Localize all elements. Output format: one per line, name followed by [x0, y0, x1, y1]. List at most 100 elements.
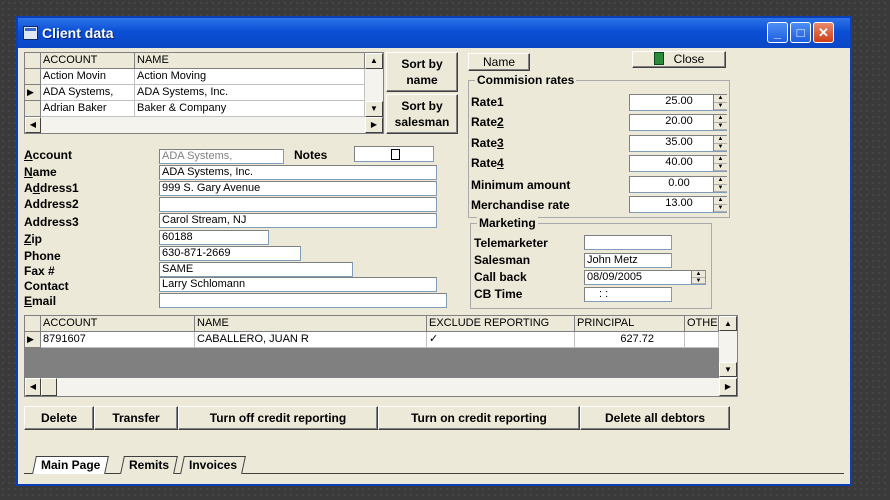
minimum-amount-label: Minimum amount	[471, 178, 571, 192]
tab-invoices[interactable]: Invoices	[180, 456, 246, 474]
table-cell-account[interactable]: 8791607	[41, 332, 195, 348]
salesman-label: Salesman	[474, 253, 531, 267]
address3-label: Address3	[24, 215, 79, 229]
delete-button[interactable]: Delete	[24, 406, 94, 430]
table-cell-account[interactable]: ADA Systems,	[41, 85, 135, 101]
email-label: Email	[24, 294, 57, 308]
transfer-button[interactable]: Transfer	[94, 406, 178, 430]
delete-all-debtors-button[interactable]: Delete all debtors	[580, 406, 730, 430]
table-cell-other[interactable]	[685, 332, 719, 348]
tab-main-page[interactable]: Main Page	[32, 456, 110, 474]
table-cell-name[interactable]: CABALLERO, JUAN R	[195, 332, 427, 348]
email-field[interactable]	[159, 293, 447, 308]
account-label: Account	[24, 148, 73, 162]
tab-label: Main Page	[41, 458, 101, 472]
scroll-right-icon[interactable]: ▶	[719, 378, 737, 396]
table-cell-principal[interactable]: 627.72	[575, 332, 685, 348]
door-icon	[653, 52, 664, 65]
table-cell-exclude-reporting[interactable]: ✓	[427, 332, 575, 348]
tab-label: Remits	[129, 458, 170, 472]
minimum-amount-spinner[interactable]: ▲ ▼	[713, 177, 727, 192]
notes-button[interactable]	[354, 146, 434, 162]
table-cell-name[interactable]: Action Moving	[135, 69, 365, 85]
scroll-right-icon[interactable]: ▶	[365, 117, 383, 133]
contact-field[interactable]: Larry Schlomann	[159, 277, 437, 292]
column-header-other[interactable]: OTHE	[685, 316, 719, 332]
maximize-button[interactable]: □	[790, 22, 811, 43]
notes-label: Notes	[294, 148, 328, 162]
rate4-value: 40.00	[665, 156, 693, 168]
name-field[interactable]: ADA Systems, Inc.	[159, 165, 437, 180]
name-button[interactable]: Name	[468, 53, 530, 71]
telemarketer-label: Telemarketer	[474, 236, 548, 250]
tab-remits[interactable]: Remits	[120, 456, 178, 474]
address1-field[interactable]: 999 S. Gary Avenue	[159, 181, 437, 196]
close-button-label: Close	[673, 52, 705, 66]
column-header-name[interactable]: NAME	[135, 53, 365, 69]
rate1-spinner[interactable]: ▲ ▼	[713, 95, 727, 110]
current-row-marker: ▶	[25, 85, 41, 101]
debtor-grid[interactable]: ACCOUNT NAME EXCLUDE REPORTING PRINCIPAL…	[24, 315, 738, 397]
close-window-button[interactable]: ✕	[813, 22, 834, 43]
contact-label: Contact	[24, 279, 69, 293]
column-header-exclude-reporting[interactable]: EXCLUDE REPORTING	[427, 316, 575, 332]
telemarketer-field[interactable]	[584, 235, 672, 250]
salesman-field[interactable]: John Metz	[584, 253, 672, 268]
call-back-spinner[interactable]: ▲ ▼	[691, 271, 705, 284]
merchandise-rate-spinner[interactable]: ▲ ▼	[713, 197, 727, 212]
turn-off-credit-reporting-button[interactable]: Turn off credit reporting	[178, 406, 378, 430]
document-icon	[390, 149, 400, 160]
scroll-up-icon[interactable]: ▲	[719, 316, 737, 331]
row-marker	[25, 69, 41, 85]
scroll-up-icon[interactable]: ▲	[365, 53, 383, 69]
title-bar[interactable]: Client data _ □ ✕	[18, 18, 850, 48]
fax-field[interactable]: SAME	[159, 262, 353, 277]
scroll-thumb[interactable]	[41, 378, 57, 396]
column-header-account[interactable]: ACCOUNT	[41, 316, 195, 332]
scroll-left-icon[interactable]: ◀	[25, 378, 41, 396]
scroll-left-icon[interactable]: ◀	[25, 117, 41, 133]
client-data-window: Client data _ □ ✕ ACCOUNT NAME Action Mo…	[16, 16, 852, 486]
table-cell-account[interactable]: Adrian Baker	[41, 101, 135, 117]
address2-label: Address2	[24, 197, 79, 211]
phone-field[interactable]: 630-871-2669	[159, 246, 301, 261]
close-button[interactable]: Close	[632, 51, 726, 68]
name-label: Name	[24, 165, 57, 179]
table-cell-account[interactable]: Action Movin	[41, 69, 135, 85]
column-header-account[interactable]: ACCOUNT	[41, 53, 135, 69]
vertical-scrollbar[interactable]: ▲ ▼	[365, 53, 383, 117]
column-header-name[interactable]: NAME	[195, 316, 427, 332]
sort-by-name-button[interactable]: Sort by name	[386, 52, 458, 92]
address3-field[interactable]: Carol Stream, NJ	[159, 213, 437, 228]
current-row-marker: ▶	[25, 332, 41, 348]
row-marker	[25, 101, 41, 117]
table-cell-name[interactable]: Baker & Company	[135, 101, 365, 117]
scroll-down-icon[interactable]: ▼	[719, 362, 737, 377]
address2-field[interactable]	[159, 197, 437, 212]
rate4-spinner[interactable]: ▲ ▼	[713, 156, 727, 171]
vertical-scrollbar[interactable]: ▲ ▼	[719, 316, 737, 378]
merchandise-rate-label: Merchandise rate	[471, 198, 570, 212]
fax-label: Fax #	[24, 264, 55, 278]
rate1-value: 25.00	[665, 95, 693, 107]
rate1-label: Rate1	[471, 95, 504, 109]
rate2-value: 20.00	[665, 115, 693, 127]
rate2-spinner[interactable]: ▲ ▼	[713, 115, 727, 130]
column-header-principal[interactable]: PRINCIPAL	[575, 316, 685, 332]
client-list-grid[interactable]: ACCOUNT NAME Action Movin Action Moving …	[24, 52, 384, 134]
turn-on-credit-reporting-button[interactable]: Turn on credit reporting	[378, 406, 580, 430]
rate3-spinner[interactable]: ▲ ▼	[713, 136, 727, 151]
call-back-field[interactable]: 08/09/2005	[584, 270, 706, 285]
sort-by-salesman-button[interactable]: Sort by salesman	[386, 94, 458, 134]
account-field[interactable]: ADA Systems,	[159, 149, 284, 164]
zip-field[interactable]: 60188	[159, 230, 269, 245]
call-back-label: Call back	[474, 270, 527, 284]
minimize-button[interactable]: _	[767, 22, 788, 43]
table-cell-name[interactable]: ADA Systems, Inc.	[135, 85, 365, 101]
address1-label: Address1	[24, 181, 79, 195]
scroll-down-icon[interactable]: ▼	[365, 101, 383, 117]
cb-time-label: CB Time	[474, 287, 523, 301]
horizontal-scrollbar[interactable]: ◀ ▶	[25, 378, 737, 396]
horizontal-scrollbar[interactable]: ◀ ▶	[25, 117, 383, 133]
cb-time-field[interactable]: : :	[584, 287, 672, 302]
